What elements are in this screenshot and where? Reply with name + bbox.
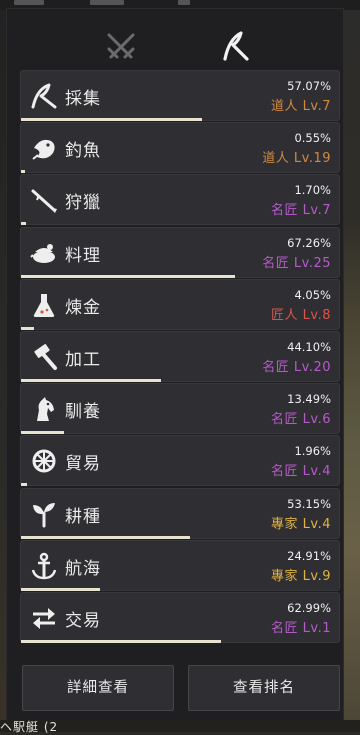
skill-row[interactable]: 煉金 4.05% 匠人 Lv.8 <box>20 279 340 330</box>
skill-progress-bar <box>21 640 221 643</box>
hunting-rifle-icon <box>29 185 59 215</box>
skill-category-tabs <box>7 19 343 71</box>
footer-text-fragment: ヘ駅艇 (2 <box>0 720 59 734</box>
skill-level: 名匠 Lv.6 <box>271 412 331 427</box>
skill-percent: 57.07% <box>287 79 331 93</box>
alchemy-flask-icon <box>29 290 59 320</box>
skill-progress-bar <box>21 275 235 278</box>
skill-progress-bar <box>21 118 202 121</box>
skill-level: 名匠 Lv.7 <box>271 203 331 218</box>
skill-name: 耕種 <box>65 507 101 527</box>
skill-percent: 4.05% <box>294 288 331 302</box>
tab-life[interactable] <box>197 19 277 71</box>
skill-percent: 0.55% <box>294 131 331 145</box>
skill-row[interactable]: 交易 62.99% 名匠 Lv.1 <box>20 592 340 643</box>
skill-level: 名匠 Lv.4 <box>271 464 331 479</box>
skill-percent: 1.70% <box>294 183 331 197</box>
skill-progress-bar <box>21 170 25 173</box>
exchange-arrows-icon <box>29 603 59 633</box>
skill-level: 道人 Lv.7 <box>271 99 331 114</box>
skill-level: 匠人 Lv.8 <box>271 308 331 323</box>
anchor-icon <box>29 551 59 581</box>
skill-level: 名匠 Lv.25 <box>262 256 331 271</box>
skill-name: 採集 <box>65 89 101 109</box>
skill-name: 交易 <box>65 611 101 631</box>
skill-name: 貿易 <box>65 454 101 474</box>
scythe-icon <box>29 81 59 111</box>
cooking-pot-icon <box>29 238 59 268</box>
skill-percent: 1.96% <box>294 444 331 458</box>
hammer-icon <box>29 342 59 372</box>
skill-row[interactable]: 加工 44.10% 名匠 Lv.20 <box>20 331 340 382</box>
skill-row[interactable]: 貿易 1.96% 名匠 Lv.4 <box>20 435 340 486</box>
crossed-swords-icon <box>107 33 135 59</box>
skill-progress-bar <box>21 483 27 486</box>
skill-row[interactable]: 狩獵 1.70% 名匠 Lv.7 <box>20 174 340 225</box>
horse-head-icon <box>29 394 59 424</box>
skill-name: 料理 <box>65 246 101 266</box>
life-skills-panel: 採集 57.07% 道人 Lv.7 釣魚 0.55% 道人 Lv.19 狩獵 1.70% 名匠 … <box>6 8 344 722</box>
skill-progress-bar <box>21 222 26 225</box>
scythe-icon <box>223 31 249 61</box>
skill-level: 道人 Lv.19 <box>262 151 331 166</box>
skill-level: 名匠 Lv.20 <box>262 360 331 375</box>
skill-row[interactable]: 耕種 53.15% 專家 Lv.4 <box>20 488 340 539</box>
skill-percent: 53.15% <box>287 497 331 511</box>
skill-level: 名匠 Lv.1 <box>271 621 331 636</box>
ship-wheel-icon <box>29 446 59 476</box>
skill-percent: 62.99% <box>287 601 331 615</box>
skill-row[interactable]: 採集 57.07% 道人 Lv.7 <box>20 70 340 121</box>
skill-progress-bar <box>21 588 100 591</box>
skill-progress-bar <box>21 431 64 434</box>
skill-name: 航海 <box>65 559 101 579</box>
skill-name: 馴養 <box>65 402 101 422</box>
fish-icon <box>29 133 59 163</box>
skill-row[interactable]: 釣魚 0.55% 道人 Lv.19 <box>20 122 340 173</box>
skill-name: 釣魚 <box>65 141 101 161</box>
skill-percent: 24.91% <box>287 549 331 563</box>
skill-level: 專家 Lv.4 <box>271 517 331 532</box>
skill-progress-bar <box>21 327 34 330</box>
skill-row[interactable]: 馴養 13.49% 名匠 Lv.6 <box>20 383 340 434</box>
skill-percent: 44.10% <box>287 340 331 354</box>
skill-percent: 13.49% <box>287 392 331 406</box>
skill-row[interactable]: 航海 24.91% 專家 Lv.9 <box>20 540 340 591</box>
skill-progress-bar <box>21 379 161 382</box>
skill-name: 煉金 <box>65 298 101 318</box>
background-bottom-strip: ヘ駅艇 (2 <box>0 720 360 734</box>
skill-percent: 67.26% <box>287 236 331 250</box>
skill-row[interactable]: 料理 67.26% 名匠 Lv.25 <box>20 227 340 278</box>
skill-level: 專家 Lv.9 <box>271 569 331 584</box>
skill-name: 加工 <box>65 350 101 370</box>
sprout-icon <box>29 499 59 529</box>
skill-progress-bar <box>21 536 190 539</box>
ranking-button[interactable]: 查看排名 <box>188 665 340 711</box>
details-button[interactable]: 詳細查看 <box>22 665 174 711</box>
skill-name: 狩獵 <box>65 193 101 213</box>
tab-combat[interactable] <box>81 19 161 71</box>
